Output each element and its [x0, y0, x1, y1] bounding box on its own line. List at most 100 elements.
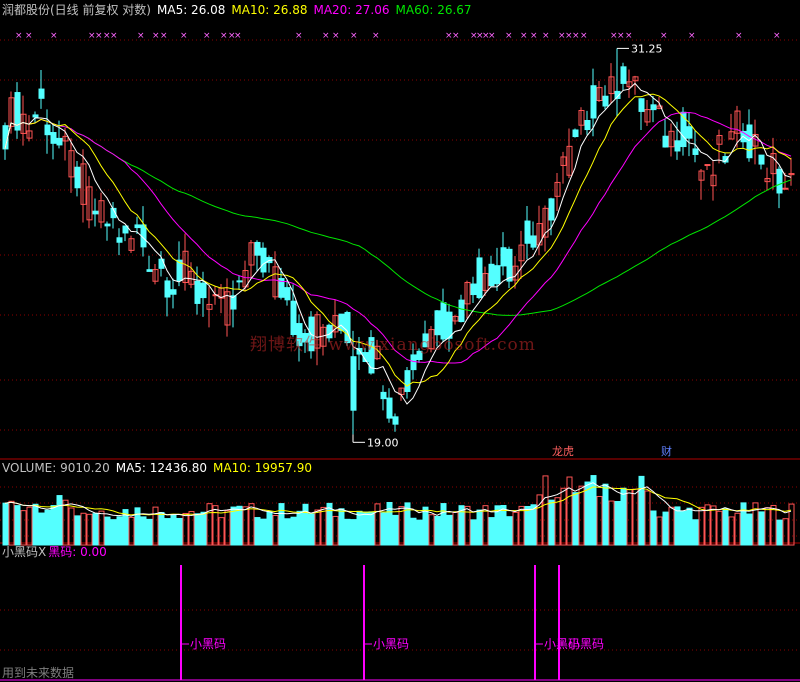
volume-bar	[518, 505, 525, 546]
volume-title: VOLUME: 9010.20	[2, 461, 110, 475]
candle-body	[170, 289, 177, 295]
volume-bar	[410, 517, 417, 546]
volume-bar	[554, 497, 561, 546]
candle	[518, 230, 525, 279]
x-marker: ×	[688, 31, 696, 41]
volume-bar	[56, 495, 63, 546]
volume-bar	[644, 490, 651, 546]
candle-body	[758, 154, 765, 165]
x-marker: ×	[50, 31, 58, 41]
x-marker: ×	[773, 31, 781, 41]
volume-ma5-legend: MA5: 12436.80	[115, 461, 208, 475]
x-marker: ×	[180, 31, 188, 41]
volume-bar	[656, 516, 663, 546]
candle-body	[386, 397, 393, 419]
volume-bar	[158, 511, 165, 546]
x-marker: ×	[234, 31, 242, 41]
candle	[260, 242, 267, 278]
low-label: 19.00	[367, 436, 399, 449]
volume-bar	[776, 519, 783, 546]
x-marker: ×	[505, 31, 513, 41]
volume-legend: VOLUME: 9010.20 MA5: 12436.80 MA10: 19957.…	[2, 461, 318, 475]
candle-body	[236, 280, 243, 283]
x-marker: ×	[322, 31, 330, 41]
candle	[662, 118, 669, 148]
candle	[614, 48, 621, 116]
volume-bar	[176, 517, 183, 546]
candle	[164, 277, 171, 317]
volume-bar	[476, 509, 483, 546]
candle	[740, 123, 747, 148]
candle	[272, 251, 279, 300]
candle	[476, 248, 483, 300]
volume-bar	[164, 518, 171, 546]
volume-bar	[764, 507, 771, 546]
volume-bar	[446, 514, 453, 546]
candle	[608, 63, 615, 104]
x-marker: ×	[137, 31, 145, 41]
candle	[680, 107, 687, 156]
candle	[716, 129, 723, 164]
volume-bar	[374, 503, 381, 546]
candle-body	[284, 287, 291, 301]
candle	[734, 105, 741, 148]
candle	[728, 113, 735, 140]
candle	[38, 70, 45, 109]
candle-body	[638, 98, 645, 112]
high-label: 31.25	[631, 42, 663, 55]
volume-bar	[74, 515, 81, 546]
volume-bar	[368, 511, 375, 546]
volume-bar	[170, 514, 177, 546]
candle-body	[56, 137, 63, 146]
indicator-signals: 小黑码 小黑码 小黑码小黑码	[180, 565, 604, 680]
candle-body	[260, 247, 267, 273]
candle	[524, 206, 531, 260]
candle-body	[524, 220, 531, 244]
volume-bar	[302, 503, 309, 546]
candle-body	[254, 241, 261, 256]
candle	[560, 151, 567, 184]
candle	[452, 314, 459, 325]
candle-body	[392, 416, 399, 425]
candle	[188, 262, 195, 289]
volume-bar	[194, 513, 201, 546]
candle-body	[410, 354, 417, 371]
candle	[554, 172, 561, 212]
x-marker: ×	[220, 31, 228, 41]
candle-body	[44, 124, 51, 136]
candle	[74, 160, 81, 197]
candle-body	[476, 257, 483, 299]
candle-body	[146, 269, 153, 272]
volume-bar	[284, 518, 291, 546]
volume-bar	[770, 504, 777, 546]
volume-bar	[332, 515, 339, 546]
candle	[566, 128, 573, 179]
x-marker: ×	[295, 31, 303, 41]
x-marker: ×	[95, 31, 103, 41]
candle	[152, 264, 159, 285]
x-marker: ×	[520, 31, 528, 41]
candle	[500, 232, 507, 276]
volume-bar	[566, 476, 573, 546]
candle	[56, 120, 63, 149]
candle-body	[500, 247, 507, 267]
volume-bar	[398, 506, 405, 546]
candle	[26, 115, 33, 142]
signal-label: 小黑码	[190, 637, 226, 651]
candle-body	[380, 391, 387, 400]
stock-title: 润都股份(日线 前复权 对数)	[2, 3, 151, 17]
volume-bar	[626, 488, 633, 546]
event-badge-finance: 财	[661, 444, 672, 458]
volume-bar	[296, 510, 303, 546]
volume-bar	[608, 500, 615, 546]
candle	[86, 176, 93, 229]
candle	[230, 280, 237, 328]
volume-bar	[182, 512, 189, 546]
volume-bar	[470, 519, 477, 546]
candle-body	[104, 223, 111, 227]
volume-bar	[758, 511, 765, 546]
volume-bar	[20, 510, 27, 546]
volume-bar	[8, 500, 15, 546]
candle	[224, 278, 231, 337]
candle	[506, 246, 513, 289]
